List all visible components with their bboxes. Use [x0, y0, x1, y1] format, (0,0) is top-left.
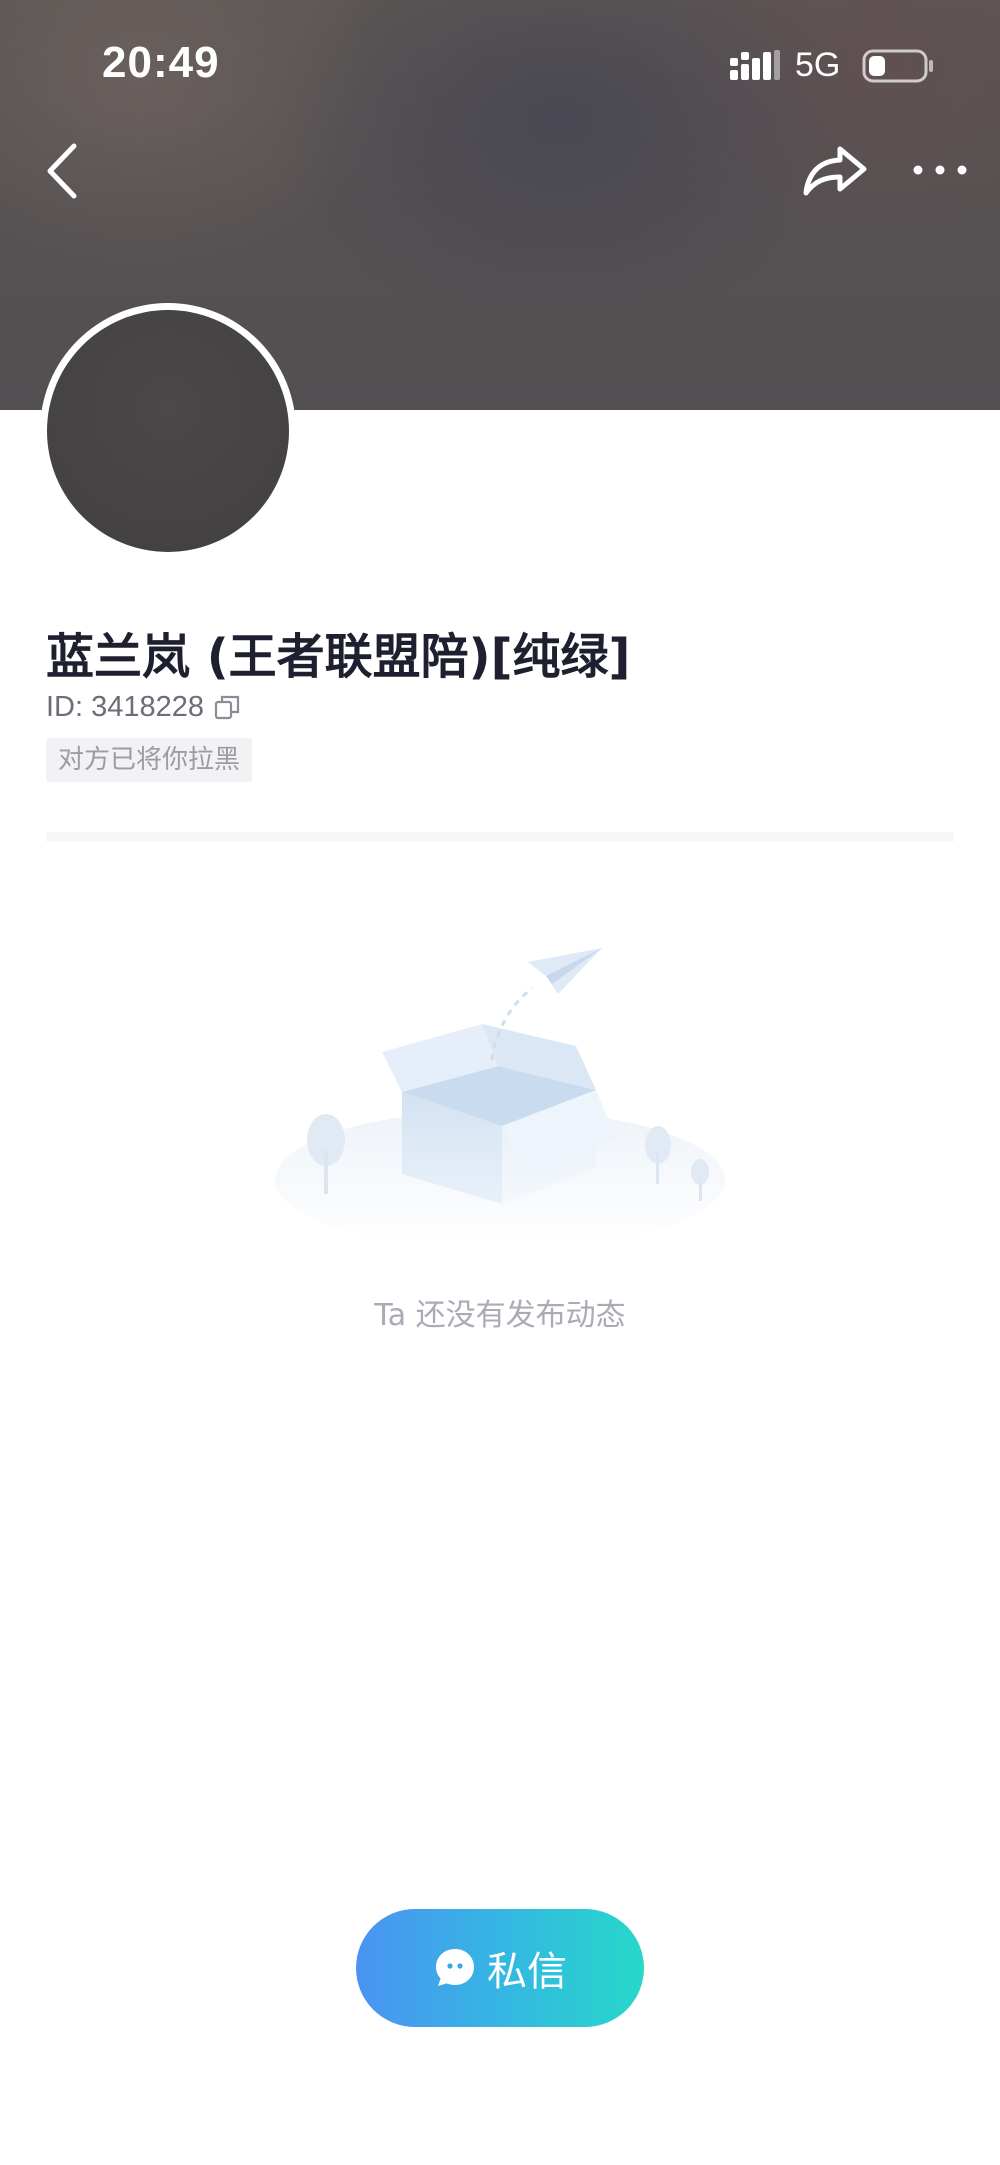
status-time: 20:49 — [102, 38, 220, 87]
empty-feed-text: Ta 还没有发布动态 — [374, 1298, 626, 1333]
user-id-row: ID: 3418228 — [46, 690, 241, 724]
blocked-status-badge: 对方已将你拉黑 — [46, 738, 253, 782]
copy-icon[interactable] — [213, 693, 241, 721]
private-message-button[interactable]: 私信 — [356, 1909, 644, 2027]
more-icon[interactable] — [908, 148, 972, 192]
profile-page: 20:49 5G 蓝兰岚 (王者联盟陪)[纯绿] ID: 3418228 对方已… — [0, 0, 1000, 2165]
signal-icon — [730, 50, 780, 80]
user-id: ID: 3418228 — [46, 690, 205, 723]
share-icon[interactable] — [800, 143, 870, 199]
back-icon[interactable] — [40, 138, 90, 204]
status-bar: 20:49 5G — [0, 0, 1000, 130]
section-divider — [46, 832, 954, 842]
chat-bubble-icon — [436, 1949, 474, 1986]
battery-icon — [862, 49, 933, 83]
avatar[interactable] — [40, 303, 296, 559]
network-label: 5G — [795, 46, 841, 84]
profile-name: 蓝兰岚 (王者联盟陪)[纯绿] — [46, 629, 631, 685]
avatar-image — [47, 310, 289, 552]
empty-box-illustration — [275, 948, 725, 1240]
private-message-label: 私信 — [487, 1949, 567, 1995]
